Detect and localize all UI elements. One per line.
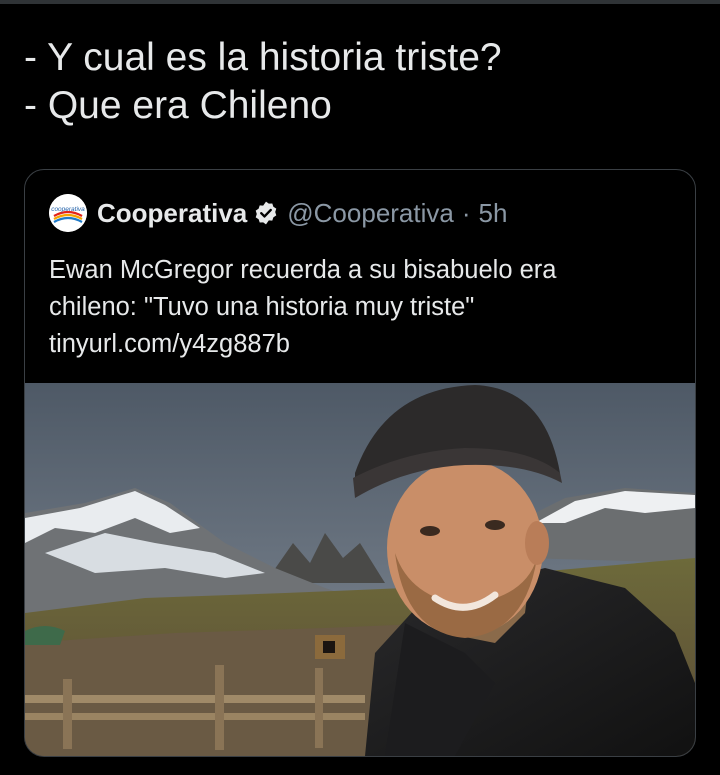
- timestamp[interactable]: 5h: [479, 198, 508, 229]
- verified-badge-icon: [255, 201, 277, 225]
- display-name[interactable]: Cooperativa: [97, 198, 247, 229]
- quoted-text-line-2: chileno: "Tuvo una historia muy triste": [49, 293, 475, 321]
- tweet-text-line-1: - Y cual es la historia triste?: [24, 36, 502, 79]
- separator-dot: ·: [461, 197, 471, 228]
- avatar[interactable]: cooperativa: [49, 194, 87, 232]
- quoted-tweet-card[interactable]: cooperativa Cooperativa @Cooperativa · 5…: [24, 169, 696, 757]
- cooperativa-logo-icon: cooperativa: [49, 194, 87, 232]
- quoted-link[interactable]: tinyurl.com/y4zg887b: [49, 326, 679, 363]
- tweet-text-line-2: - Que era Chileno: [24, 84, 332, 127]
- handle[interactable]: @Cooperativa: [287, 198, 454, 229]
- quoted-tweet-header: cooperativa Cooperativa @Cooperativa · 5…: [49, 194, 508, 232]
- top-divider: [0, 0, 720, 4]
- avatar-text: cooperativa: [51, 206, 85, 213]
- quoted-tweet-text: Ewan McGregor recuerda a su bisabuelo er…: [49, 252, 679, 363]
- tweet-text: - Y cual es la historia triste? - Que er…: [24, 34, 502, 130]
- quoted-text-line-1: Ewan McGregor recuerda a su bisabuelo er…: [49, 256, 557, 284]
- media-image[interactable]: [25, 383, 695, 756]
